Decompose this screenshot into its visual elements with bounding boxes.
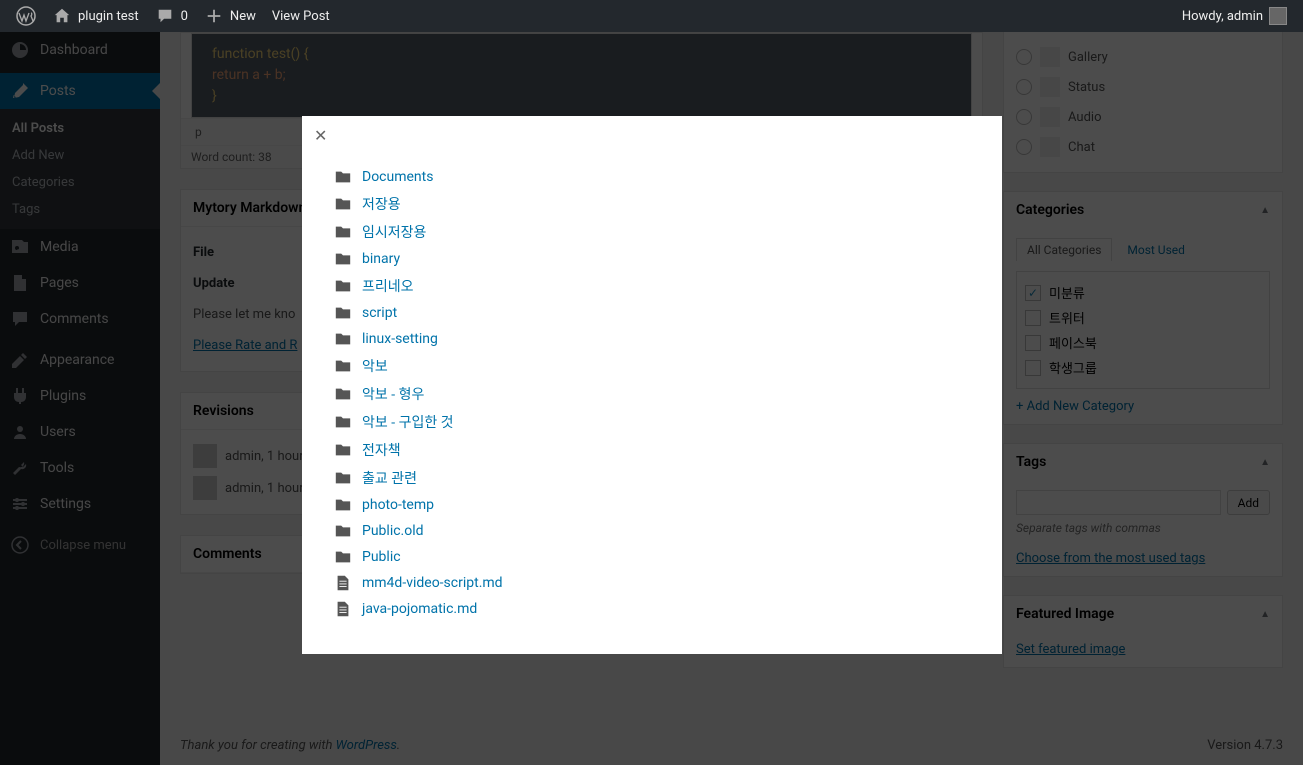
folder-item[interactable]: 악보 - 구입한 것 [334, 408, 970, 436]
folder-icon [334, 522, 352, 540]
close-icon[interactable]: ✕ [314, 126, 327, 145]
folder-item[interactable]: binary [334, 246, 970, 272]
file-list: Documents저장용임시저장용binary프리네오scriptlinux-s… [302, 116, 1002, 654]
folder-icon [334, 548, 352, 566]
folder-icon [334, 250, 352, 268]
my-account-link[interactable]: Howdy, admin [1174, 0, 1295, 32]
file-icon [334, 574, 352, 592]
folder-icon [334, 304, 352, 322]
folder-item[interactable]: 임시저장용 [334, 218, 970, 246]
site-name-link[interactable]: plugin test [44, 0, 147, 32]
folder-item[interactable]: 출교 관련 [334, 464, 970, 492]
folder-item[interactable]: 악보 - 형우 [334, 380, 970, 408]
comments-link[interactable]: 0 [147, 0, 196, 32]
folder-icon [334, 469, 352, 487]
site-name: plugin test [78, 9, 139, 24]
home-icon [52, 6, 72, 26]
folder-item[interactable]: Public [334, 544, 970, 570]
folder-item[interactable]: 전자책 [334, 436, 970, 464]
folder-item[interactable]: 저장용 [334, 190, 970, 218]
new-content-link[interactable]: New [196, 0, 264, 32]
folder-icon [334, 385, 352, 403]
folder-icon [334, 496, 352, 514]
comment-icon [155, 6, 175, 26]
folder-icon [334, 277, 352, 295]
file-icon [334, 600, 352, 618]
file-item[interactable]: mm4d-video-script.md [334, 570, 970, 596]
folder-icon [334, 195, 352, 213]
file-item[interactable]: java-pojomatic.md [334, 596, 970, 622]
view-post-label: View Post [272, 9, 330, 24]
avatar [1269, 7, 1287, 25]
wordpress-icon [16, 6, 36, 26]
comments-count: 0 [181, 9, 188, 24]
folder-icon [334, 330, 352, 348]
folder-item[interactable]: Public.old [334, 518, 970, 544]
folder-item[interactable]: Documents [334, 164, 970, 190]
new-label: New [230, 9, 256, 24]
folder-item[interactable]: 악보 [334, 352, 970, 380]
file-browser-modal: ✕ Documents저장용임시저장용binary프리네오scriptlinux… [302, 116, 1002, 654]
folder-item[interactable]: 프리네오 [334, 272, 970, 300]
folder-icon [334, 413, 352, 431]
view-post-link[interactable]: View Post [264, 0, 338, 32]
folder-item[interactable]: script [334, 300, 970, 326]
folder-icon [334, 441, 352, 459]
folder-icon [334, 223, 352, 241]
folder-icon [334, 168, 352, 186]
wp-logo[interactable] [8, 0, 44, 32]
folder-icon [334, 357, 352, 375]
admin-bar: plugin test 0 New View Post Howdy, admin [0, 0, 1303, 32]
plus-icon [204, 6, 224, 26]
folder-item[interactable]: photo-temp [334, 492, 970, 518]
howdy-text: Howdy, admin [1182, 9, 1263, 24]
folder-item[interactable]: linux-setting [334, 326, 970, 352]
